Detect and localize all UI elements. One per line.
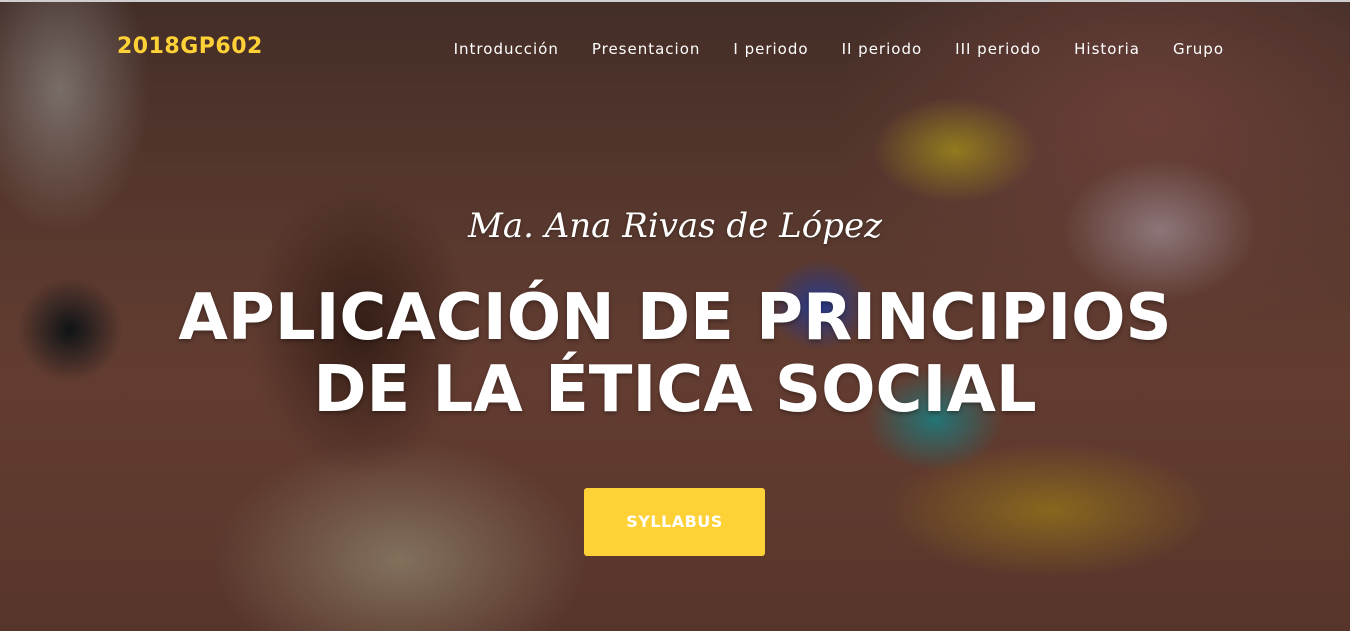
hero-content: Ma. Ana Rivas de López APLICACIÓN DE PRI… [0,0,1350,631]
hero-title-line-2: DE LA ÉTICA SOCIAL [313,353,1037,427]
top-border [0,0,1350,2]
hero-title-line-1: APLICACIÓN DE PRINCIPIOS [178,281,1172,355]
hero-title: APLICACIÓN DE PRINCIPIOS DE LA ÉTICA SOC… [0,282,1350,426]
syllabus-button[interactable]: SYLLABUS [584,488,765,556]
hero-section: 2018GP602 Introducción Presentacion I pe… [0,0,1350,631]
hero-subtitle: Ma. Ana Rivas de López [468,206,882,246]
